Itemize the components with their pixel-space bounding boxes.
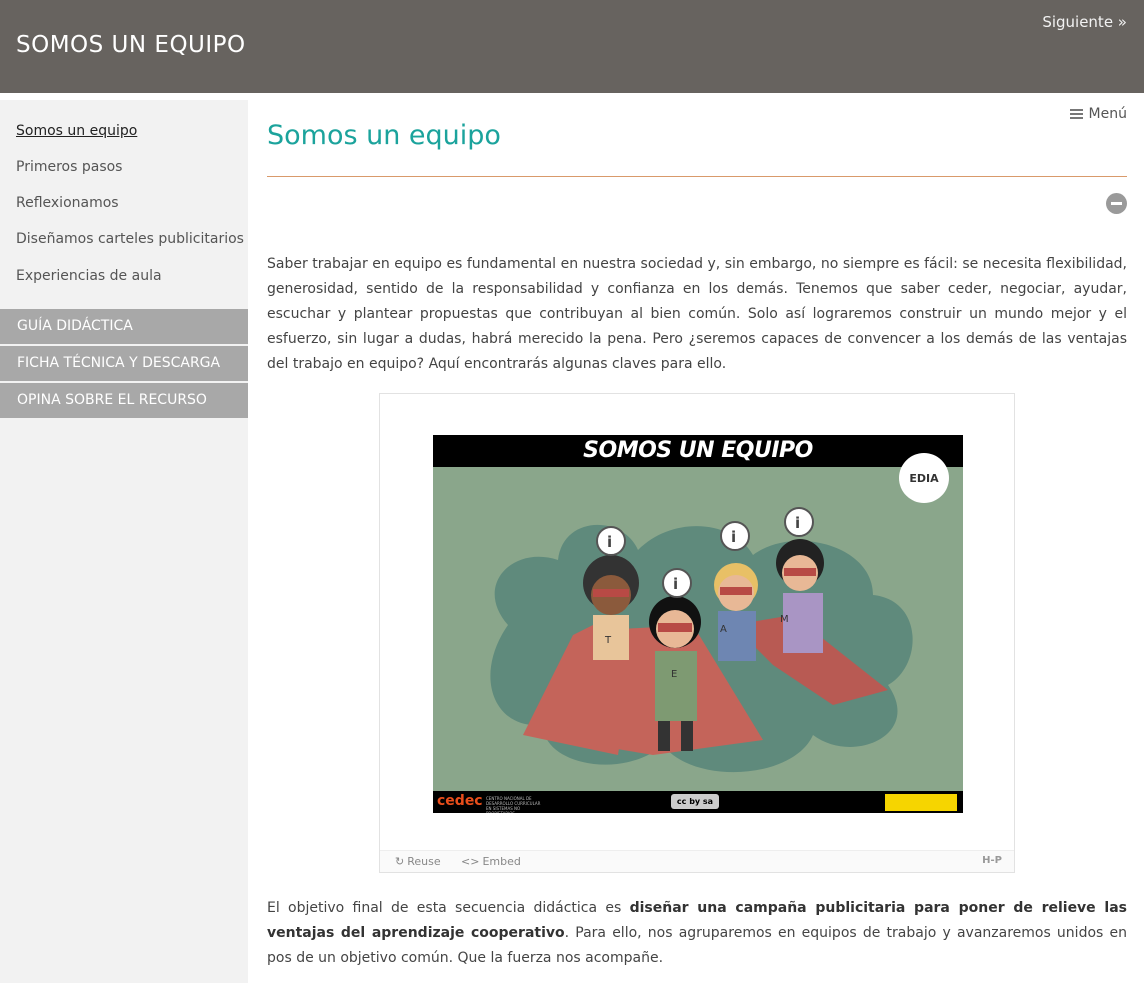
license-badge: cc by sa bbox=[671, 794, 719, 809]
reuse-icon: ↻ bbox=[395, 855, 405, 868]
hotspot-letter: T bbox=[604, 635, 612, 646]
cedec-logo: cedec bbox=[437, 793, 483, 809]
h5p-logo[interactable]: H-P bbox=[982, 855, 1002, 866]
h5p-interactive-image: T E A M i i i i SOMOS UN EQUIPO EDIA ced… bbox=[379, 393, 1015, 873]
edia-logo: EDIA bbox=[899, 453, 949, 503]
sidebar-nav-list: Somos un equipo Primeros pasos Reflexion… bbox=[0, 100, 248, 295]
cedec-subtitle: CENTRO NACIONAL DE DESARROLLO CURRICULAR… bbox=[486, 796, 541, 813]
sidebar-section-ficha-tecnica[interactable]: FICHA TÉCNICA Y DESCARGA bbox=[0, 346, 248, 381]
next-page-link[interactable]: Siguiente » bbox=[1042, 13, 1127, 31]
outro-paragraph: El objetivo final de esta secuencia didá… bbox=[267, 896, 1127, 971]
svg-text:i: i bbox=[607, 533, 612, 551]
info-icon[interactable]: i bbox=[784, 507, 814, 537]
outro-text-start: El objetivo final de esta secuencia didá… bbox=[267, 900, 630, 916]
top-header: SOMOS UN EQUIPO Siguiente » bbox=[0, 0, 1144, 93]
sidebar-item-reflexionamos[interactable]: Reflexionamos bbox=[0, 185, 248, 221]
svg-text:i: i bbox=[731, 528, 736, 546]
svg-text:i: i bbox=[795, 514, 800, 532]
reuse-label: Reuse bbox=[407, 855, 441, 868]
slide-title: SOMOS UN EQUIPO bbox=[583, 438, 813, 463]
hotspot-letter: A bbox=[720, 624, 727, 635]
page-title: Somos un equipo bbox=[267, 120, 501, 151]
hotspot-letter: M bbox=[780, 614, 789, 625]
info-icon[interactable]: i bbox=[720, 521, 750, 551]
embed-icon: <> bbox=[461, 855, 480, 868]
government-logo bbox=[885, 794, 957, 811]
sidebar-item-primeros-pasos[interactable]: Primeros pasos bbox=[0, 149, 248, 185]
reuse-button[interactable]: ↻ Reuse bbox=[395, 855, 441, 868]
info-icon[interactable]: i bbox=[662, 568, 692, 598]
sidebar-item-somos-un-equipo[interactable]: Somos un equipo bbox=[0, 113, 248, 149]
embed-label: Embed bbox=[482, 855, 521, 868]
sidebar-section-list: GUÍA DIDÁCTICA FICHA TÉCNICA Y DESCARGA … bbox=[0, 309, 248, 418]
site-title: SOMOS UN EQUIPO bbox=[16, 32, 246, 58]
superhero-team-illustration: T E A M i i i i bbox=[490, 507, 913, 773]
title-divider bbox=[267, 176, 1127, 177]
sidebar: Somos un equipo Primeros pasos Reflexion… bbox=[0, 100, 248, 983]
h5p-actions-bar: ↻ Reuse <> Embed H-P bbox=[380, 850, 1014, 872]
slide-footer: cedec CENTRO NACIONAL DE DESARROLLO CURR… bbox=[433, 791, 963, 813]
sidebar-section-guia-didactica[interactable]: GUÍA DIDÁCTICA bbox=[0, 309, 248, 344]
svg-text:i: i bbox=[673, 575, 678, 593]
hotspot-letter: E bbox=[671, 669, 677, 680]
sidebar-section-opina[interactable]: OPINA SOBRE EL RECURSO bbox=[0, 383, 248, 418]
h5p-slide[interactable]: T E A M i i i i SOMOS UN EQUIPO EDIA ced… bbox=[433, 435, 963, 813]
embed-button[interactable]: <> Embed bbox=[461, 855, 521, 868]
slide-title-bar: SOMOS UN EQUIPO bbox=[433, 435, 963, 467]
intro-paragraph: Saber trabajar en equipo es fundamental … bbox=[267, 256, 1127, 372]
sidebar-item-disenamos-carteles[interactable]: Diseñamos carteles publicitarios bbox=[0, 221, 248, 257]
info-icon[interactable]: i bbox=[596, 526, 626, 556]
collapse-minus-icon[interactable] bbox=[1106, 193, 1127, 214]
menu-toggle-button[interactable]: Menú bbox=[1069, 106, 1127, 122]
menu-label: Menú bbox=[1088, 106, 1127, 122]
sidebar-item-experiencias-de-aula[interactable]: Experiencias de aula bbox=[0, 257, 248, 295]
hamburger-icon bbox=[1069, 109, 1083, 119]
